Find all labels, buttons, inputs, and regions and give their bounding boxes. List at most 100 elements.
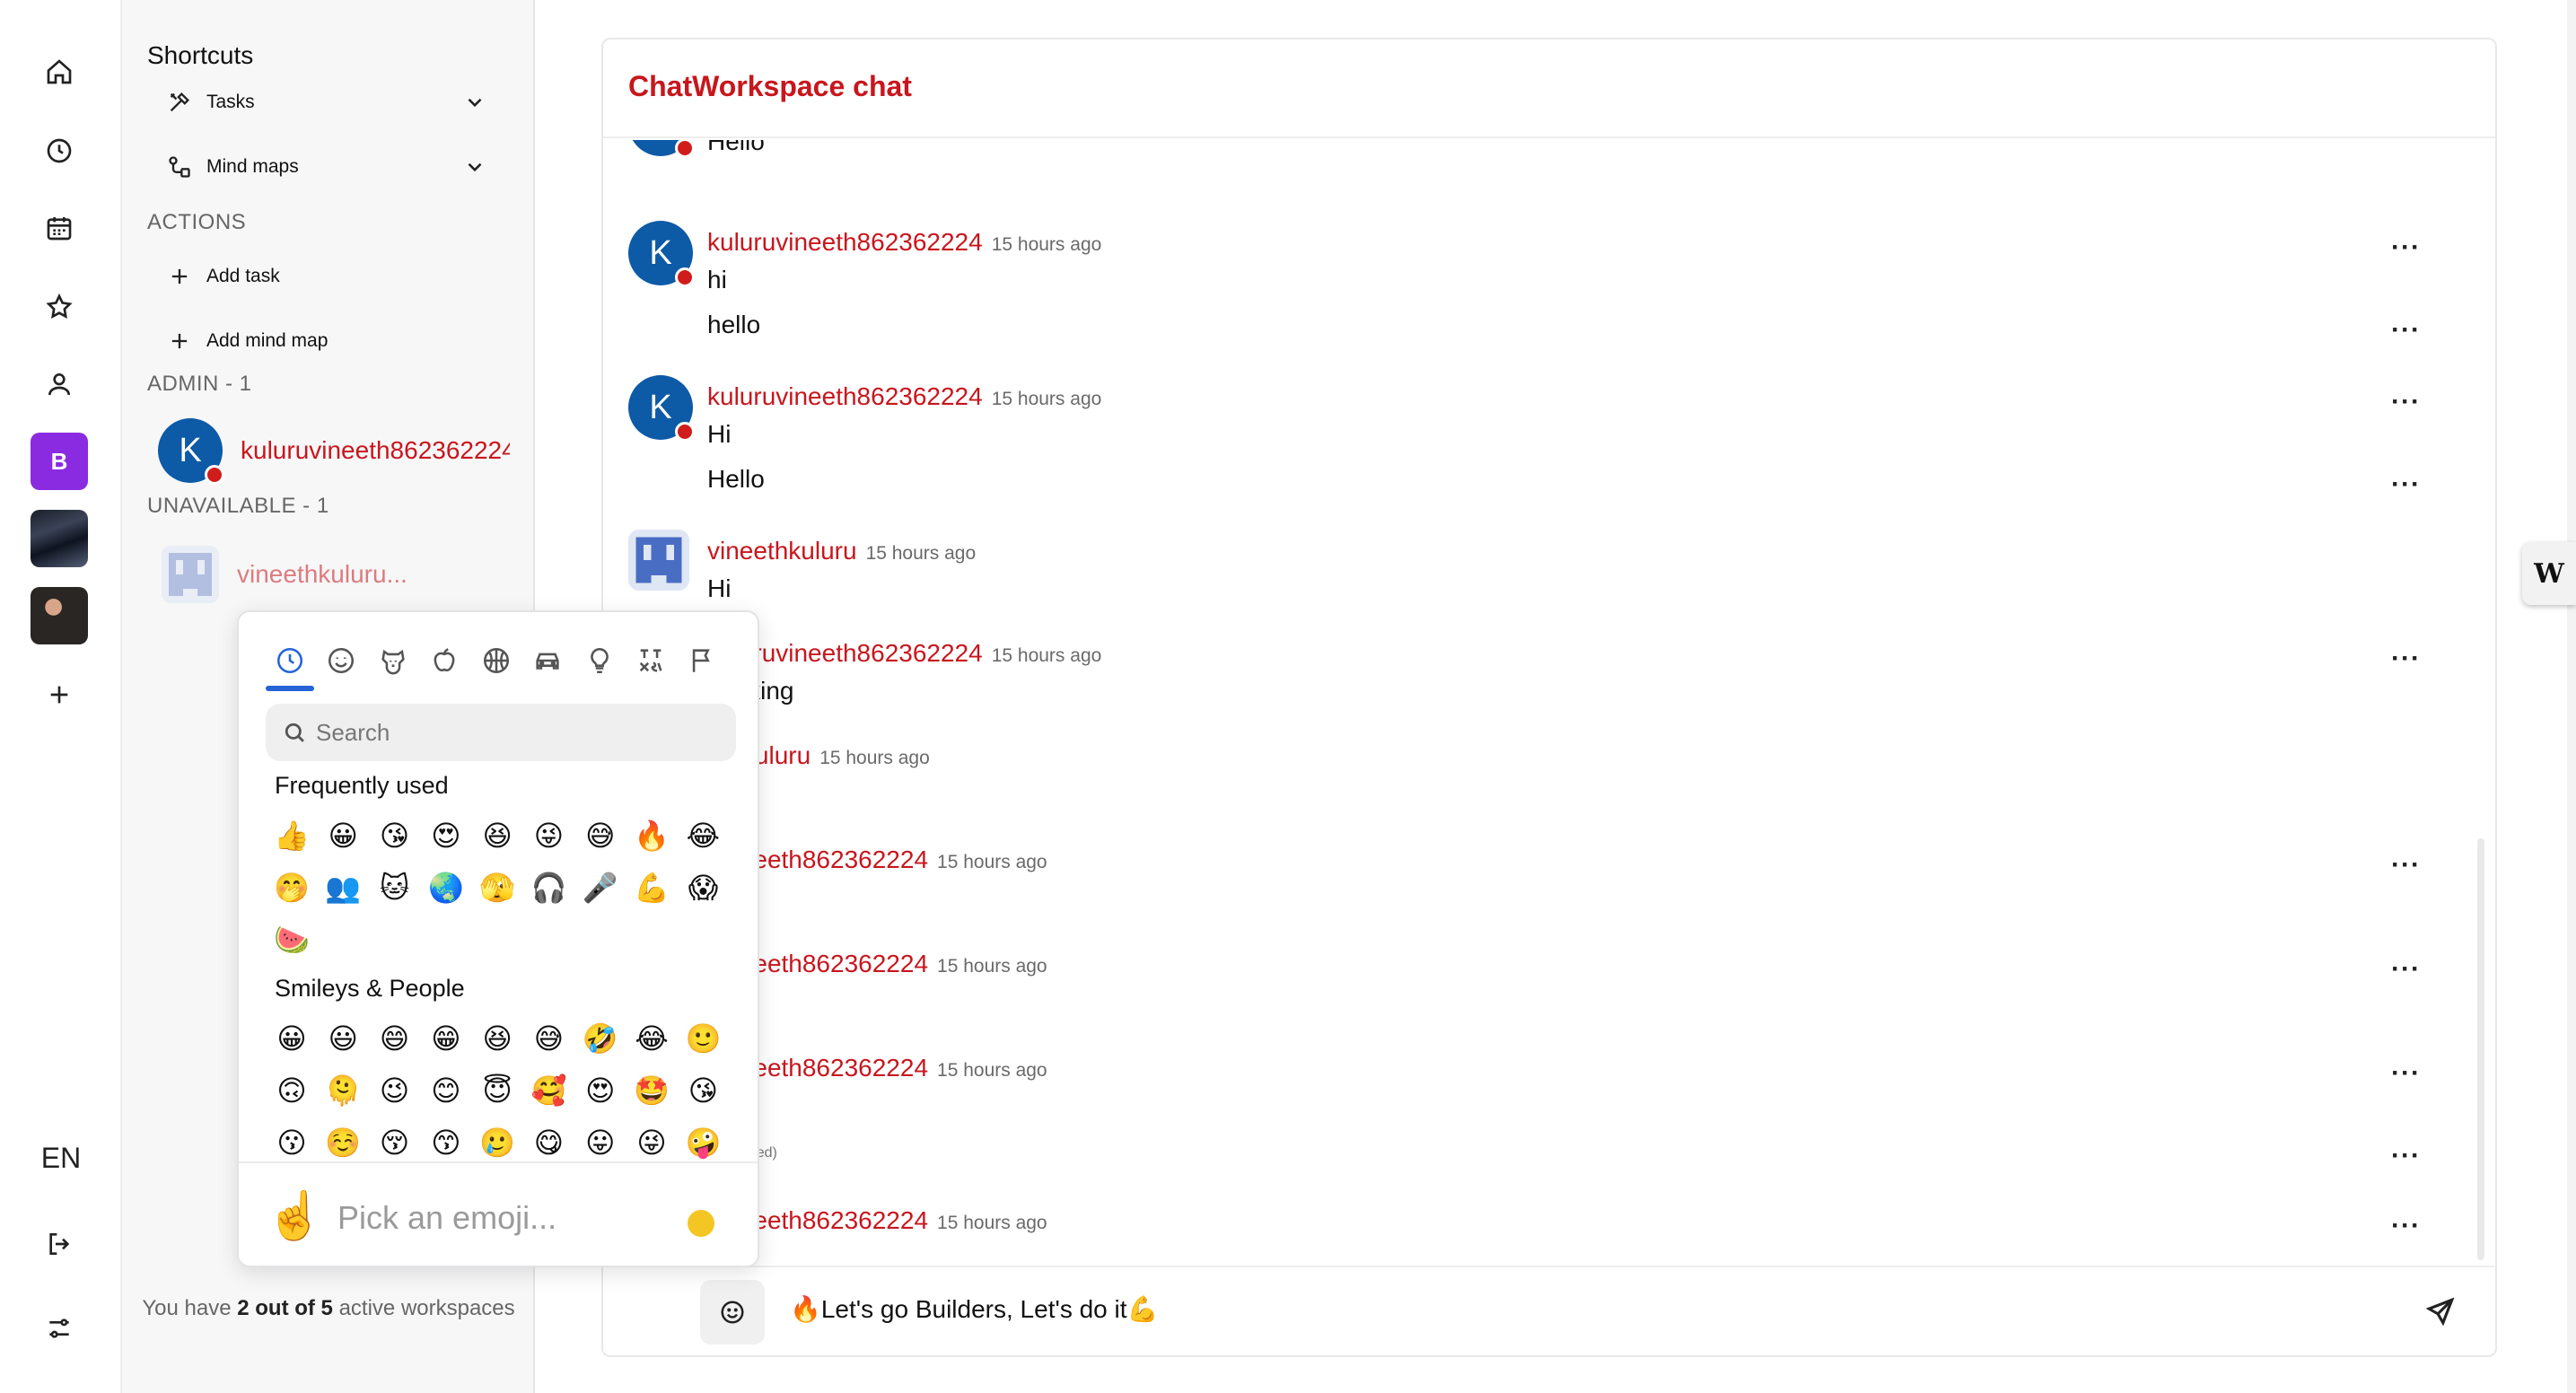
emoji-cell[interactable]: 😀 [273, 1020, 311, 1057]
chevron-down-icon[interactable] [463, 91, 486, 114]
emoji-cell[interactable]: 🤭 [273, 869, 311, 907]
emoji-cell[interactable]: 😚 [376, 1124, 414, 1161]
basketball-icon [483, 647, 509, 674]
category-symbols[interactable] [626, 634, 678, 688]
emoji-cell[interactable]: 😄 [376, 1020, 414, 1057]
workspace-thumbnail-1[interactable] [31, 510, 88, 567]
star-icon[interactable] [31, 278, 88, 336]
skin-tone-button[interactable] [688, 1210, 714, 1237]
clock-icon[interactable] [31, 122, 88, 180]
emoji-button[interactable] [700, 1280, 765, 1345]
emoji-cell[interactable]: 🤩 [633, 1072, 670, 1109]
emoji-cell[interactable]: 😘 [684, 1072, 722, 1109]
more-options-icon[interactable]: ··· [2391, 471, 2421, 498]
emoji-cell[interactable]: 🥰 [530, 1072, 567, 1109]
emoji-cell[interactable]: 🫣 [478, 869, 516, 907]
emoji-cell[interactable]: 😍 [582, 1072, 619, 1109]
home-icon[interactable] [31, 43, 88, 101]
emoji-cell[interactable]: 😗 [273, 1124, 311, 1161]
chevron-down-icon[interactable] [463, 155, 486, 179]
admin-member[interactable]: K kuluruvineeth862362224 [158, 418, 510, 485]
more-options-icon[interactable]: ··· [2391, 1060, 2421, 1087]
emoji-cell[interactable]: 🎤 [582, 869, 619, 907]
logout-icon[interactable] [31, 1215, 88, 1273]
category-travel[interactable] [522, 634, 574, 688]
emoji-cell[interactable]: 😙 [427, 1124, 465, 1161]
settings-sliders-icon[interactable] [31, 1300, 88, 1357]
category-smileys[interactable] [316, 634, 368, 688]
calendar-icon[interactable] [31, 199, 88, 257]
more-options-icon[interactable]: ··· [2391, 234, 2421, 261]
category-animals[interactable] [367, 634, 419, 688]
emoji-cell[interactable]: 😊 [427, 1072, 465, 1109]
category-flags[interactable] [677, 634, 729, 688]
category-food[interactable] [419, 634, 471, 688]
emoji-cell[interactable]: 🥲 [478, 1124, 516, 1161]
emoji-cell[interactable]: 😂 [633, 1020, 670, 1057]
workspace-thumbnail-2[interactable] [31, 587, 88, 644]
emoji-cell[interactable]: 👥 [324, 869, 362, 907]
emoji-cell[interactable]: 😅 [530, 1020, 567, 1057]
language-toggle[interactable]: EN [0, 1142, 122, 1175]
emoji-cell[interactable]: 😋 [530, 1124, 567, 1161]
emoji-cell[interactable]: 😜 [633, 1124, 670, 1161]
emoji-cell[interactable]: 😅 [582, 817, 619, 854]
emoji-cell[interactable]: 😱 [684, 869, 722, 907]
add-workspace-icon[interactable] [31, 666, 88, 723]
emoji-cell[interactable]: ☺️ [324, 1124, 362, 1161]
emoji-cell[interactable]: 😘 [376, 817, 414, 854]
chat-header: ChatWorkspace chat [603, 39, 2495, 138]
emoji-search[interactable] [266, 704, 736, 761]
emoji-search-input[interactable] [316, 718, 711, 747]
page-edge [2567, 0, 2576, 1393]
emoji-cell[interactable]: 💪 [633, 869, 670, 907]
emoji-cell[interactable]: 🤪 [684, 1124, 722, 1161]
emoji-cell[interactable]: 🍉 [273, 921, 311, 959]
emoji-cell[interactable]: 😛 [582, 1124, 619, 1161]
message-author[interactable]: vineethkuluru 15 hours ago [707, 537, 976, 565]
message-author[interactable]: kuluruvineeth862362224 15 hours ago [707, 228, 1101, 257]
emoji-cell[interactable]: 🐱 [376, 869, 414, 907]
emoji-cell[interactable]: 😍 [427, 817, 465, 854]
message-author[interactable]: kuluruvineeth862362224 15 hours ago [707, 639, 1101, 668]
category-activity[interactable] [470, 634, 522, 688]
emoji-cell[interactable]: 🎧 [530, 869, 567, 907]
emoji-picker[interactable]: Frequently used 👍 😀 😘 😍 😆 😜 😅 🔥 😂 🤭 👥 🐱 🌏 🫣 🎧 🎤 💪 😱 🍉 Smil… [237, 610, 759, 1267]
workspace-b-button[interactable]: B [31, 433, 88, 490]
category-objects[interactable] [574, 634, 626, 688]
emoji-cell[interactable]: 😂 [684, 817, 722, 854]
category-recent[interactable] [264, 634, 316, 691]
unavailable-member[interactable]: vineethkuluru... [162, 546, 407, 603]
user-icon[interactable] [31, 355, 88, 413]
more-options-icon[interactable]: ··· [2391, 1143, 2421, 1170]
send-button[interactable] [2425, 1296, 2458, 1328]
emoji-cell[interactable]: 😜 [530, 817, 567, 854]
clock-icon [276, 647, 302, 674]
emoji-cell[interactable]: 😆 [478, 1020, 516, 1057]
more-options-icon[interactable]: ··· [2391, 1213, 2421, 1240]
emoji-cell[interactable]: 🤣 [582, 1020, 619, 1057]
emoji-cell[interactable]: 😇 [478, 1072, 516, 1109]
preview-emoji: ☝️ [266, 1189, 324, 1243]
side-widget-tab[interactable]: W [2522, 542, 2576, 605]
emoji-cell[interactable]: 😁 [427, 1020, 465, 1057]
emoji-cell[interactable]: 🙂 [684, 1020, 722, 1057]
emoji-cell[interactable]: 😆 [478, 817, 516, 854]
more-options-icon[interactable]: ··· [2391, 645, 2421, 672]
message-author[interactable]: kuluruvineeth862362224 15 hours ago [707, 382, 1101, 411]
message-list[interactable]: Hello K kuluruvineeth862362224 15 hours a… [603, 140, 2495, 1303]
emoji-cell[interactable]: 👍 [273, 817, 311, 854]
emoji-cell[interactable]: 😀 [324, 817, 362, 854]
scrollbar[interactable] [2477, 838, 2484, 1260]
more-options-icon[interactable]: ··· [2391, 389, 2421, 416]
more-options-icon[interactable]: ··· [2391, 956, 2421, 983]
emoji-cell[interactable]: 🫠 [324, 1072, 362, 1109]
emoji-cell[interactable]: 🙃 [273, 1072, 311, 1109]
emoji-cell[interactable]: 🔥 [633, 817, 670, 854]
emoji-cell[interactable]: 🌏 [427, 869, 465, 907]
emoji-cell[interactable]: 😃 [324, 1020, 362, 1057]
message-input[interactable]: 🔥Let's go Builders, Let's do it💪 [790, 1294, 1158, 1324]
more-options-icon[interactable]: ··· [2391, 317, 2421, 344]
emoji-cell[interactable]: 😉 [376, 1072, 414, 1109]
more-options-icon[interactable]: ··· [2391, 852, 2421, 879]
